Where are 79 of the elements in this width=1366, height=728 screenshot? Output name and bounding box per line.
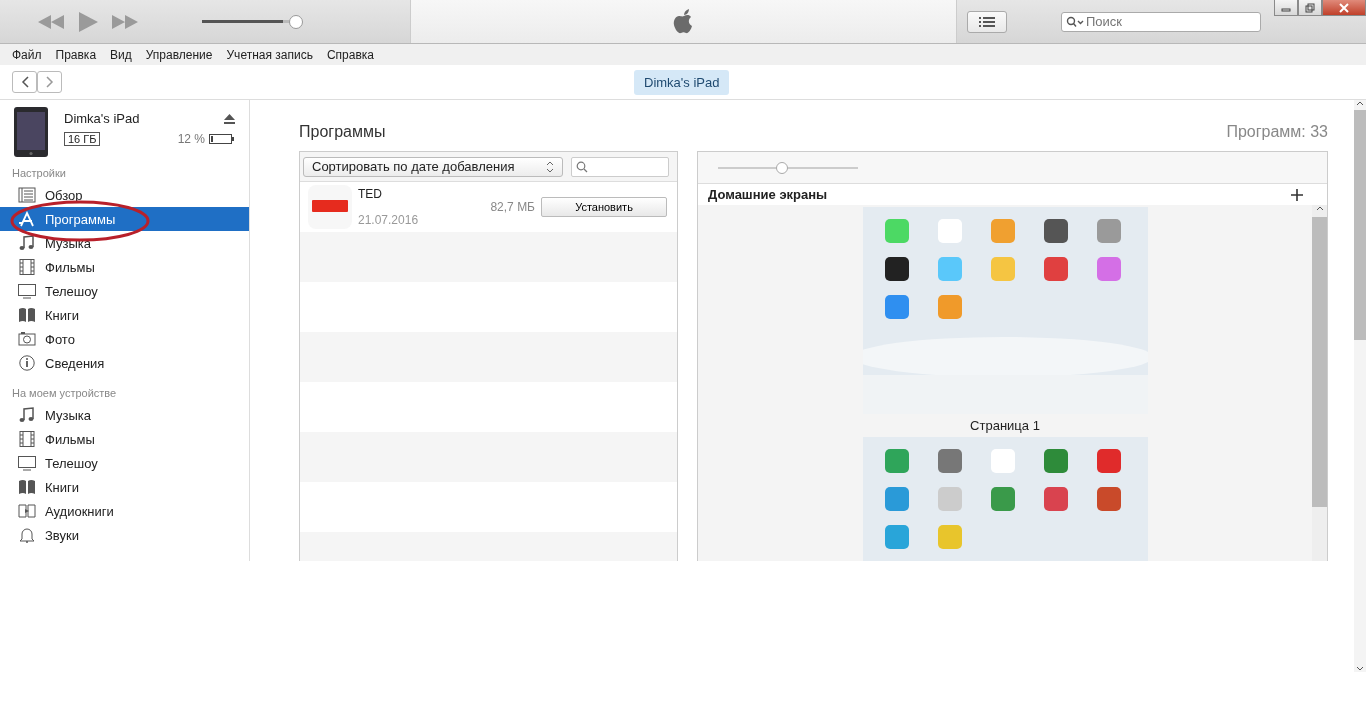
sidebar-item[interactable]: Музыка [0, 403, 249, 427]
section-heading: На моем устройстве [11, 386, 118, 401]
search-icon [576, 160, 588, 173]
capacity-badge: 16 ГБ [64, 132, 101, 146]
install-button[interactable]: Установить [541, 197, 667, 217]
search-field[interactable]: Поиск [1061, 11, 1261, 32]
search-input[interactable]: Поиск [1084, 14, 1248, 29]
sidebar-item[interactable]: Телешоу [0, 279, 249, 303]
sidebar-item[interactable]: Фото [0, 327, 249, 351]
info-icon [18, 355, 36, 371]
monitor-icon [18, 283, 36, 299]
app-date: 21.07.2016 [358, 213, 420, 227]
music-note-icon [18, 407, 36, 423]
window-scrollbar[interactable] [1354, 100, 1366, 672]
book-icon [18, 307, 36, 323]
close-icon [1339, 2, 1349, 13]
page-label: Страница 1 [970, 417, 1040, 435]
battery-icon [209, 134, 235, 144]
film-icon [18, 431, 36, 447]
forward-button[interactable] [37, 71, 62, 93]
sidebar-item[interactable]: Телешоу [0, 451, 249, 475]
battery-percent: 12 % [177, 132, 205, 146]
device-name: Dimka's iPad [64, 111, 140, 126]
app-icon [308, 185, 352, 229]
add-icon[interactable] [1291, 188, 1303, 201]
sort-dropdown[interactable]: Сортировать по дате добавления [303, 156, 563, 177]
menu-item[interactable]: Учетная запись [226, 47, 313, 62]
app-count: Программ: 33 [1226, 122, 1328, 141]
eject-icon[interactable] [224, 113, 235, 124]
menu-item[interactable]: Файл [12, 47, 42, 62]
bell-icon [18, 527, 36, 543]
list-icon [18, 187, 36, 203]
sidebar-item[interactable]: Сведения [0, 351, 249, 375]
sidebar-item[interactable]: Аудиокниги [0, 499, 249, 523]
caret-up-icon [1356, 100, 1364, 106]
film-icon [18, 259, 36, 275]
device-tab[interactable]: Dimka's iPad [634, 70, 730, 95]
close-button[interactable] [1322, 0, 1366, 16]
sidebar-item[interactable]: Книги [0, 475, 249, 499]
app-store-icon [18, 211, 36, 227]
restore-icon [1305, 2, 1315, 13]
audiobook-icon [18, 503, 36, 519]
sidebar-item[interactable]: Фильмы [0, 427, 249, 451]
menu-item[interactable]: Управление [145, 47, 213, 62]
list-icon [979, 16, 995, 27]
updown-icon [546, 160, 554, 173]
camera-icon [18, 331, 36, 347]
zoom-slider[interactable] [718, 160, 858, 175]
music-note-icon [18, 235, 36, 251]
app-name: TED [358, 187, 383, 201]
caret-down-icon [1356, 666, 1364, 672]
list-view-button[interactable] [967, 10, 1007, 33]
app-size: 82,7 МБ [490, 200, 535, 214]
menu-item[interactable]: Правка [55, 47, 97, 62]
fast-forward-icon[interactable] [112, 14, 138, 29]
menu-item[interactable]: Справка [326, 47, 374, 62]
rewind-icon[interactable] [38, 14, 64, 29]
minimize-button[interactable] [1274, 0, 1298, 16]
back-button[interactable] [12, 71, 37, 93]
app-search-field[interactable] [571, 156, 669, 177]
play-icon[interactable] [78, 11, 98, 32]
monitor-icon [18, 455, 36, 471]
sidebar-item[interactable]: Программы [0, 207, 249, 231]
scrollbar[interactable] [1312, 205, 1327, 561]
page-title: Программы [299, 122, 386, 141]
sidebar-item[interactable]: Книги [0, 303, 249, 327]
restore-button[interactable] [1298, 0, 1322, 16]
menu-item[interactable]: Вид [110, 47, 132, 62]
section-heading: Настройки [11, 166, 67, 181]
chevron-left-icon [20, 76, 29, 88]
search-icon [1066, 15, 1084, 28]
chevron-right-icon [45, 76, 54, 88]
book-icon [18, 479, 36, 495]
sidebar-item[interactable]: Обзор [0, 183, 249, 207]
tablet-icon [14, 107, 48, 157]
sidebar-item[interactable]: Звуки [0, 523, 249, 547]
caret-up-icon [1315, 205, 1324, 211]
sidebar-item[interactable]: Фильмы [0, 255, 249, 279]
section-title: Домашние экраны [708, 187, 828, 202]
